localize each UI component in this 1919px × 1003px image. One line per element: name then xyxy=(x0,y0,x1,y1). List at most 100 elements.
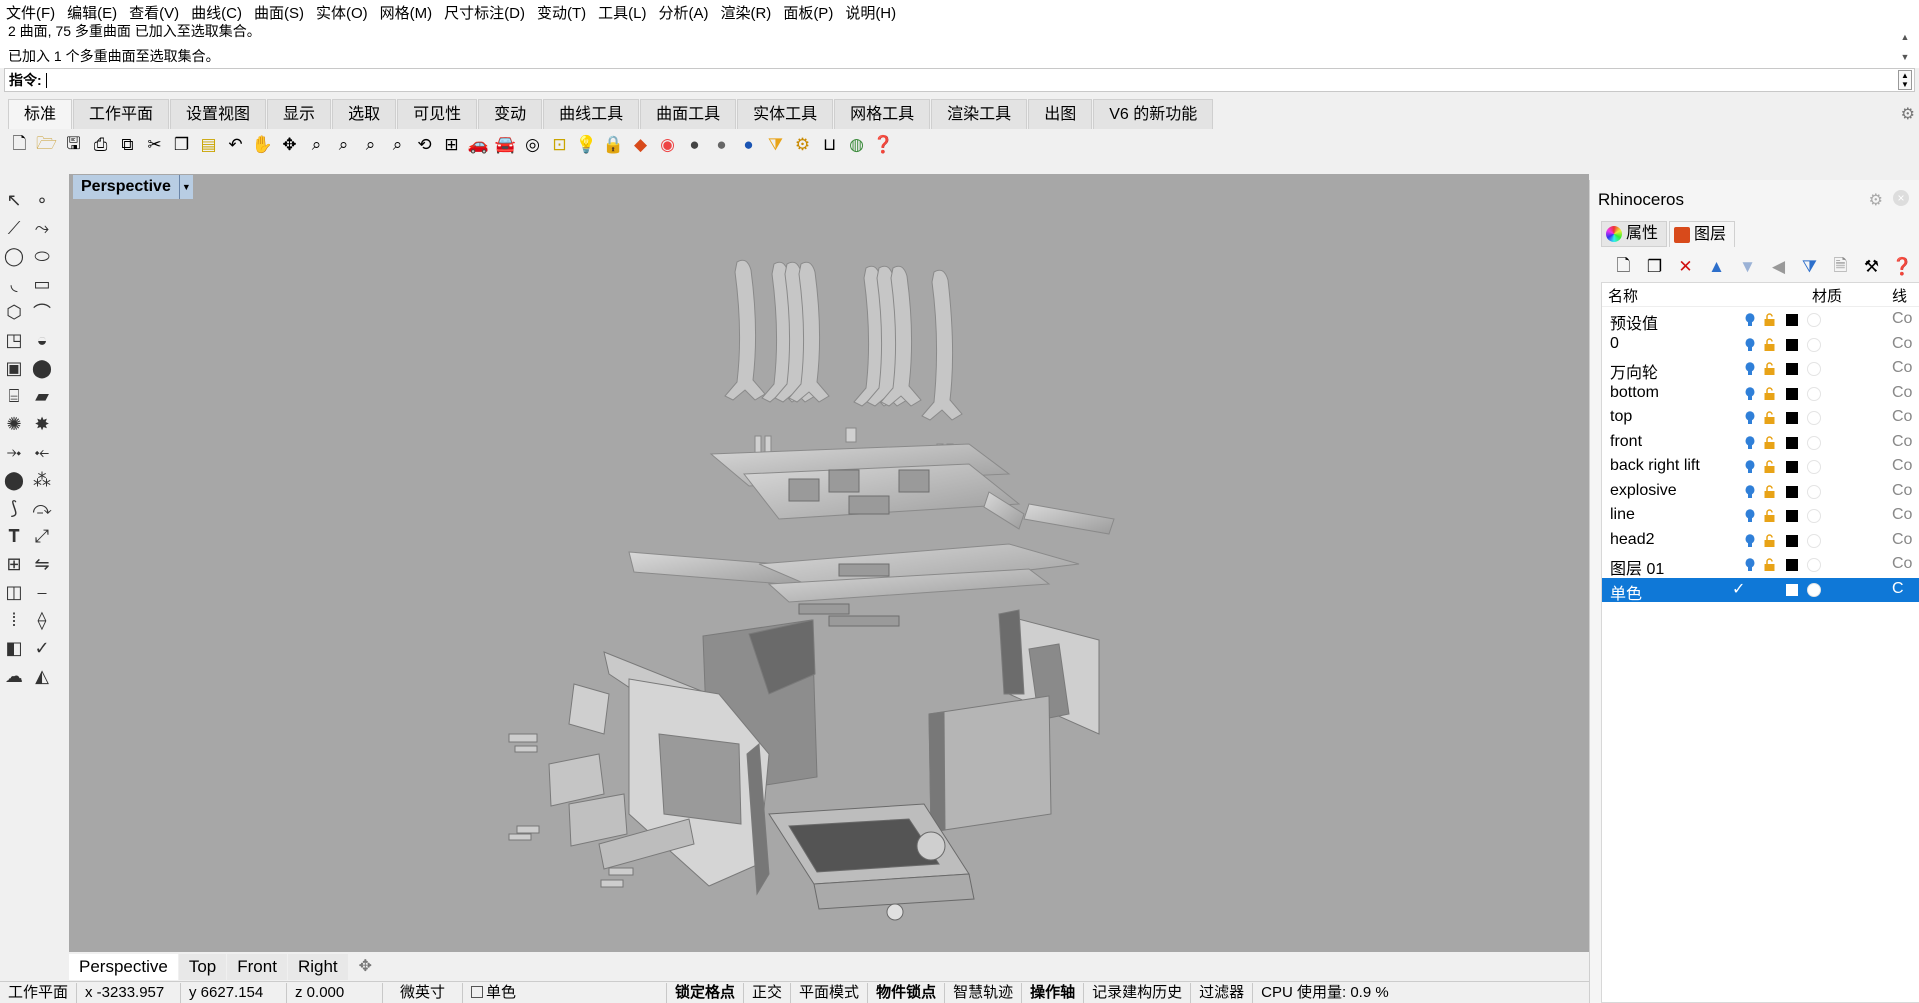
surface-loft-icon[interactable]: ◒ xyxy=(30,328,54,352)
globe-icon[interactable]: ◍ xyxy=(843,132,870,158)
filter-icon[interactable]: ⧩ xyxy=(1794,255,1825,279)
fillet-curve-icon[interactable]: ⌒ xyxy=(30,300,54,324)
gumball-toggle[interactable]: 操作轴 xyxy=(1022,982,1085,1003)
ribbon-tab[interactable]: 网格工具 xyxy=(834,99,931,129)
material-swatch[interactable] xyxy=(1807,509,1821,523)
bulb-icon[interactable] xyxy=(1745,411,1755,425)
material-swatch[interactable] xyxy=(1807,460,1821,474)
smart-track-toggle[interactable]: 智慧轨迹 xyxy=(945,982,1023,1003)
linetype-label[interactable]: Co xyxy=(1892,359,1912,377)
bulb-icon[interactable] xyxy=(1745,435,1755,450)
new-layer-icon[interactable]: 🗋 xyxy=(1608,255,1639,279)
material-swatch[interactable] xyxy=(1807,313,1821,327)
save-icon[interactable]: 🖫 xyxy=(60,132,87,158)
ribbon-tab[interactable]: 曲线工具 xyxy=(543,99,640,129)
menu-item[interactable]: 面板(P) xyxy=(777,0,839,28)
layer-name[interactable]: 单色 xyxy=(1610,580,1642,604)
bulb-icon[interactable] xyxy=(1745,558,1755,572)
block-icon[interactable]: ◫ xyxy=(2,580,26,604)
material-swatch[interactable] xyxy=(1807,337,1821,352)
zoom-extents-icon[interactable]: ⌕ xyxy=(357,132,384,158)
box-icon[interactable]: ▣ xyxy=(2,356,26,380)
car-icon[interactable]: 🚗 xyxy=(465,132,492,158)
surface-corner-icon[interactable]: ◳ xyxy=(2,328,26,352)
polygon-icon[interactable]: ⬡ xyxy=(2,300,26,324)
ellipse-icon[interactable]: ⬭ xyxy=(30,244,54,268)
menu-item[interactable]: 工具(L) xyxy=(592,0,652,28)
new-file-icon[interactable]: 🗋 xyxy=(6,132,33,158)
perspective-viewport[interactable] xyxy=(69,174,1589,952)
sphere-shaded-icon[interactable]: ● xyxy=(708,132,735,158)
current-layer-check-icon[interactable]: ✓ xyxy=(1732,579,1745,599)
filter-icon[interactable]: ⧩ xyxy=(762,132,789,158)
column-material[interactable]: 材质 xyxy=(1812,285,1842,306)
layer-name[interactable]: top xyxy=(1610,408,1632,426)
lock-icon[interactable] xyxy=(1764,313,1775,326)
viewport-title[interactable]: Perspective ▼ xyxy=(73,175,193,199)
ribbon-tab[interactable]: 标准 xyxy=(8,99,73,129)
explode-icon[interactable]: ✸ xyxy=(30,412,54,436)
boolean-union-icon[interactable]: ⬤ xyxy=(30,356,54,380)
move-up-icon[interactable]: ▲ xyxy=(1701,255,1732,279)
layer-name[interactable]: 图层 01 xyxy=(1610,555,1664,579)
material-swatch[interactable] xyxy=(1807,386,1821,401)
mirror-icon[interactable]: ⇋ xyxy=(30,552,54,576)
tab-right[interactable]: Right xyxy=(287,954,348,980)
layer-row[interactable]: front Co xyxy=(1602,431,1919,455)
add-viewport-icon[interactable]: ✥ xyxy=(349,954,382,980)
tools-icon[interactable]: ⚒ xyxy=(1856,255,1887,279)
layer-row[interactable]: bottom Co xyxy=(1602,382,1919,406)
render-icon[interactable]: ☁ xyxy=(2,664,26,688)
ribbon-tab[interactable]: 出图 xyxy=(1028,99,1093,129)
import-icon[interactable]: ⧉ xyxy=(114,132,141,158)
bulb-icon[interactable] xyxy=(1745,460,1755,474)
layer-color-swatch[interactable] xyxy=(1786,436,1798,449)
cplane-button[interactable]: 工作平面 xyxy=(0,982,78,1003)
layer-row[interactable]: 预设值 Co xyxy=(1602,308,1919,333)
linetype-label[interactable]: Co xyxy=(1892,310,1912,328)
layer-color-swatch[interactable] xyxy=(1786,314,1798,326)
bulb-icon[interactable] xyxy=(1745,484,1755,499)
layer-color-swatch[interactable] xyxy=(1786,510,1798,522)
layer-row[interactable]: 万向轮 Co xyxy=(1602,357,1919,382)
bulb-icon[interactable] xyxy=(1745,362,1755,376)
layer-name[interactable]: bottom xyxy=(1610,384,1659,402)
layer-row[interactable]: 0 Co xyxy=(1602,333,1919,357)
layer-color-swatch[interactable] xyxy=(1786,461,1798,473)
layer-row[interactable]: 单色 ✓ C xyxy=(1602,577,1919,604)
cylinder-icon[interactable]: ⌸ xyxy=(2,384,26,408)
dimension-linear-icon[interactable]: ⎯ xyxy=(30,580,54,604)
zoom-selected-icon[interactable]: ⌕ xyxy=(384,132,411,158)
group-icon[interactable]: ⁂ xyxy=(30,468,54,492)
layer-name[interactable]: back right lift xyxy=(1610,457,1700,475)
menu-item[interactable]: 分析(A) xyxy=(652,0,714,28)
scale-icon[interactable]: ⤢ xyxy=(30,524,54,548)
array-icon[interactable]: ⊞ xyxy=(2,552,26,576)
layer-name[interactable]: explosive xyxy=(1610,482,1677,500)
linetype-label[interactable]: Co xyxy=(1892,457,1912,475)
bulb-icon[interactable] xyxy=(1745,509,1755,523)
planar-toggle[interactable]: 平面模式 xyxy=(791,982,869,1003)
layer-color-swatch[interactable] xyxy=(1786,583,1798,596)
ribbon-tab[interactable]: 设置视图 xyxy=(170,99,267,129)
move-down-icon[interactable]: ▼ xyxy=(1732,255,1763,279)
ribbon-tab[interactable]: 可见性 xyxy=(397,99,478,129)
command-input[interactable] xyxy=(45,72,47,88)
undo-icon[interactable]: ↶ xyxy=(222,132,249,158)
layer-name[interactable]: front xyxy=(1610,433,1642,451)
layer-color-swatch[interactable] xyxy=(1786,534,1798,547)
layer-color-swatch[interactable] xyxy=(1786,363,1798,375)
move-out-icon[interactable]: ◀ xyxy=(1763,255,1794,279)
blend-icon[interactable]: ⤼ xyxy=(30,496,54,520)
tab-layers[interactable]: 图层 xyxy=(1669,221,1736,247)
curve-icon[interactable]: ⤳ xyxy=(30,216,54,240)
tab-properties[interactable]: 属性 xyxy=(1601,221,1668,247)
cut-icon[interactable]: ✂ xyxy=(141,132,168,158)
current-layer-button[interactable]: 单色 xyxy=(463,982,668,1003)
chevron-down-icon[interactable]: ▼ xyxy=(178,175,193,199)
tab-front[interactable]: Front xyxy=(227,954,287,980)
settings-gear-icon[interactable]: ⚙ xyxy=(789,132,816,158)
layer-color-swatch[interactable] xyxy=(1786,559,1798,571)
material-swatch[interactable] xyxy=(1807,435,1821,450)
ribbon-tab[interactable]: 工作平面 xyxy=(73,99,170,129)
